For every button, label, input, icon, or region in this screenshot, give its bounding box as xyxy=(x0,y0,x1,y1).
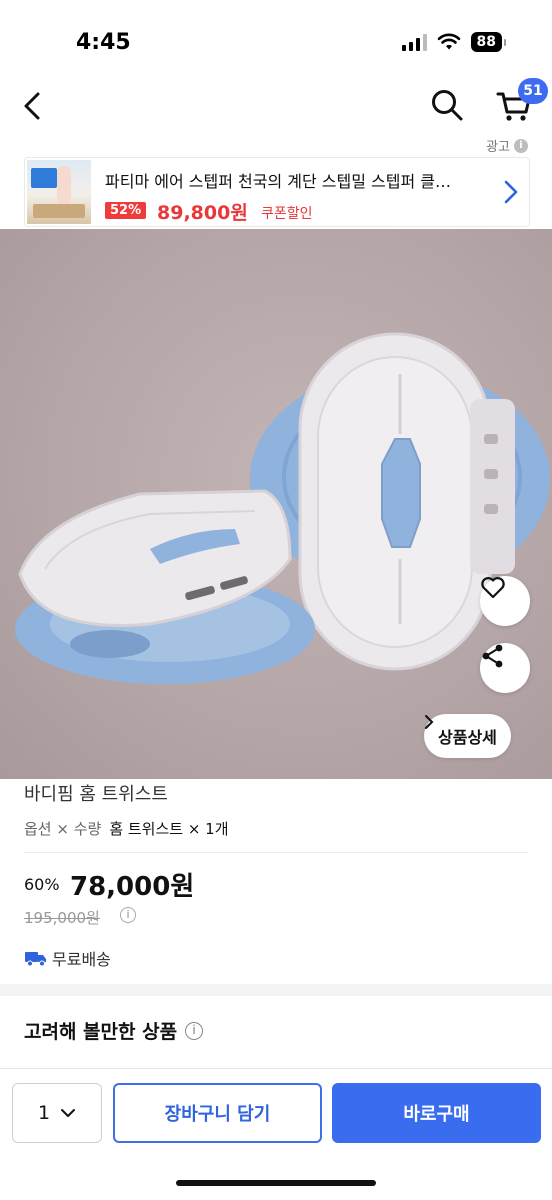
product-name: 바디핌 홈 트위스트 xyxy=(24,784,168,805)
section-divider xyxy=(0,984,552,996)
chevron-right-icon xyxy=(504,180,518,204)
ad-label: 광고 i xyxy=(486,136,528,155)
ad-coupon-label: 쿠폰할인 xyxy=(261,206,313,222)
related-products-heading: 고려해 볼만한 상품 i xyxy=(24,1017,204,1044)
buy-now-button[interactable]: 바로구매 xyxy=(332,1083,541,1143)
home-indicator xyxy=(176,1180,376,1186)
free-shipping-badge: 무료배송 xyxy=(24,946,111,970)
cart-count-badge: 51 xyxy=(518,78,548,104)
ad-label-text: 광고 xyxy=(486,140,510,155)
ad-discount-badge: 52% xyxy=(105,202,147,219)
wishlist-button[interactable] xyxy=(480,576,530,626)
option-value: 홈 트위스트 × 1개 xyxy=(109,820,229,838)
ad-thumbnail xyxy=(27,160,91,224)
info-icon[interactable]: i xyxy=(514,138,528,153)
share-icon xyxy=(482,644,503,668)
shipping-label: 무료배송 xyxy=(52,950,111,969)
share-button[interactable] xyxy=(480,643,530,693)
wifi-icon xyxy=(437,33,460,50)
quantity-select[interactable]: 1 xyxy=(12,1083,102,1143)
sale-price: 78,000원 xyxy=(70,872,195,902)
status-bar: 4:45 88 xyxy=(0,0,552,80)
related-title-text: 고려해 볼만한 상품 xyxy=(24,1021,178,1043)
search-icon[interactable] xyxy=(428,86,466,124)
quantity-value: 1 xyxy=(37,1102,51,1124)
status-icons: 88 xyxy=(401,32,507,52)
price-info-icon[interactable]: i xyxy=(120,907,136,923)
heart-icon xyxy=(481,577,505,599)
product-option[interactable]: 옵션 × 수량 홈 트위스트 × 1개 xyxy=(24,818,229,839)
chevron-down-icon xyxy=(61,1109,76,1117)
cellular-signal-icon xyxy=(401,33,427,51)
back-arrow-icon[interactable] xyxy=(18,88,48,124)
discount-rate: 60% xyxy=(24,875,60,894)
info-icon[interactable]: i xyxy=(185,1021,204,1040)
status-time: 4:45 xyxy=(76,30,131,55)
truck-icon xyxy=(25,952,46,967)
battery-indicator: 88 xyxy=(470,32,507,52)
product-photo-illustration xyxy=(15,332,550,684)
original-price: 195,000원 xyxy=(24,909,100,927)
ad-banner[interactable]: 파티마 에어 스텝퍼 천국의 계단 스텝밀 스텝퍼 클… 52% 89,800원… xyxy=(24,157,530,227)
ad-title: 파티마 에어 스텝퍼 천국의 계단 스텝밀 스텝퍼 클… xyxy=(105,172,452,191)
product-detail-button[interactable]: 상품상세 xyxy=(424,714,511,758)
add-to-cart-button[interactable]: 장바구니 담기 xyxy=(113,1083,322,1143)
chevron-right-icon xyxy=(425,715,434,729)
option-label: 옵션 × 수량 xyxy=(24,820,102,838)
top-navigation xyxy=(0,80,552,134)
ad-price: 89,800원 xyxy=(157,202,248,224)
product-detail-label: 상품상세 xyxy=(438,728,497,747)
product-image[interactable]: 상품상세 xyxy=(0,229,552,779)
divider xyxy=(24,852,528,853)
